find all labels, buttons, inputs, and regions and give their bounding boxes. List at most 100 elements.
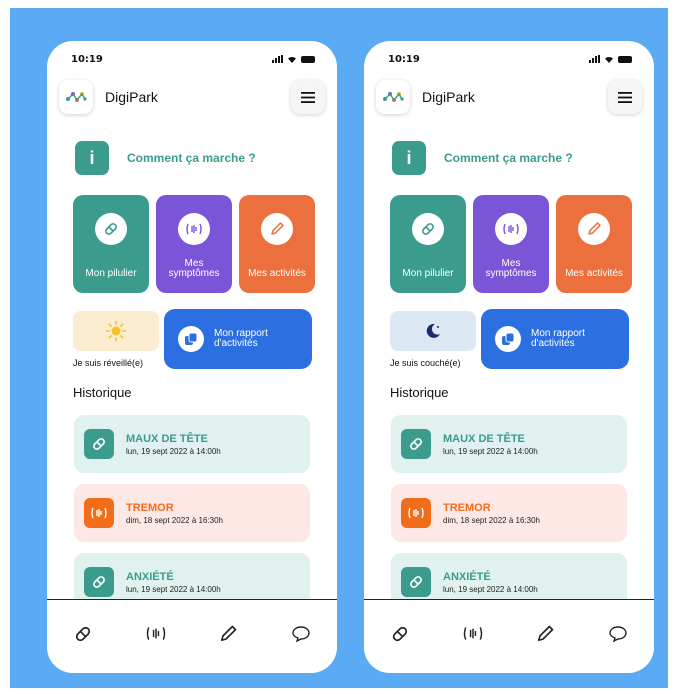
signal-icon bbox=[589, 55, 600, 63]
entry-title: ANXIÉTÉ bbox=[443, 570, 491, 583]
history-title: Historique bbox=[390, 385, 449, 400]
info-icon: i bbox=[392, 141, 426, 175]
pill-icon bbox=[93, 438, 105, 450]
bottom-navigation bbox=[47, 599, 337, 673]
tile-label: symptômes bbox=[168, 268, 220, 279]
tile-label: Mon pilulier bbox=[85, 268, 137, 279]
pencil-icon bbox=[538, 625, 554, 641]
awake-status-toggle[interactable] bbox=[73, 311, 159, 351]
status-time: 10:19 bbox=[71, 53, 103, 65]
pill-icon bbox=[410, 438, 422, 450]
tile-pill-box[interactable]: Mon pilulier bbox=[390, 195, 466, 293]
entry-title: TREMOR bbox=[126, 501, 174, 514]
app-header: DigiPark bbox=[59, 79, 325, 115]
report-label: d'activités bbox=[531, 338, 575, 349]
history-entry[interactable]: TREMOR dim, 18 sept 2022 à 16:30h bbox=[74, 484, 310, 542]
nav-messages[interactable] bbox=[286, 619, 316, 649]
entry-title: ANXIÉTÉ bbox=[126, 570, 174, 583]
tremor-icon bbox=[503, 223, 519, 235]
pencil-icon bbox=[221, 625, 237, 641]
moon-icon bbox=[426, 323, 440, 338]
history-entry[interactable]: MAUX DE TÊTE lun, 19 sept 2022 à 14:00h bbox=[74, 415, 310, 473]
report-icon bbox=[502, 332, 515, 345]
app-name: DigiPark bbox=[105, 89, 158, 105]
nav-symptoms[interactable] bbox=[458, 619, 488, 649]
tile-label: symptômes bbox=[485, 268, 537, 279]
digipark-logo[interactable] bbox=[59, 80, 93, 114]
digipark-logo-icon bbox=[383, 92, 404, 102]
entry-date: lun, 19 sept 2022 à 14:00h bbox=[443, 584, 538, 594]
feature-tiles: Mon pilulier Mes symptômes Mes activités bbox=[390, 195, 632, 293]
day-status-label: Je suis réveillé(e) bbox=[73, 358, 144, 368]
wifi-icon bbox=[605, 56, 613, 63]
pill-icon bbox=[422, 223, 434, 235]
tile-label: Mes activités bbox=[248, 268, 306, 279]
signal-icon bbox=[272, 55, 283, 63]
asleep-status-toggle[interactable] bbox=[390, 311, 476, 351]
entry-date: lun, 19 sept 2022 à 14:00h bbox=[443, 446, 538, 456]
entry-date: lun, 19 sept 2022 à 14:00h bbox=[126, 446, 221, 456]
phone-screen-asleep: 10:19 DigiPark i Comment ça marche ? Mon… bbox=[364, 41, 654, 673]
entry-title: MAUX DE TÊTE bbox=[126, 432, 208, 445]
history-entry[interactable]: TREMOR dim, 18 sept 2022 à 16:30h bbox=[391, 484, 627, 542]
pencil-icon bbox=[271, 222, 284, 235]
nav-messages[interactable] bbox=[603, 619, 633, 649]
how-it-works-link[interactable]: i Comment ça marche ? bbox=[75, 141, 256, 175]
activity-report-button[interactable]: Mon rapport d'activités bbox=[481, 309, 629, 369]
hamburger-menu-icon bbox=[301, 91, 315, 103]
app-name: DigiPark bbox=[422, 89, 475, 105]
how-it-works-link[interactable]: i Comment ça marche ? bbox=[392, 141, 573, 175]
nav-pill-box[interactable] bbox=[68, 619, 98, 649]
pencil-icon bbox=[588, 222, 601, 235]
nav-symptoms[interactable] bbox=[141, 619, 171, 649]
digipark-logo[interactable] bbox=[376, 80, 410, 114]
history-title: Historique bbox=[73, 385, 132, 400]
tile-symptoms[interactable]: Mes symptômes bbox=[473, 195, 549, 293]
status-bar: 10:19 bbox=[388, 51, 632, 67]
entry-date: dim, 18 sept 2022 à 16:30h bbox=[443, 515, 540, 525]
menu-button[interactable] bbox=[291, 80, 325, 114]
report-label: d'activités bbox=[214, 338, 258, 349]
pill-icon bbox=[410, 576, 422, 588]
tile-activities[interactable]: Mes activités bbox=[239, 195, 315, 293]
tremor-icon bbox=[91, 507, 107, 519]
tremor-icon bbox=[146, 627, 165, 640]
tile-symptoms[interactable]: Mes symptômes bbox=[156, 195, 232, 293]
tile-pill-box[interactable]: Mon pilulier bbox=[73, 195, 149, 293]
nav-activities[interactable] bbox=[530, 619, 560, 649]
entry-date: dim, 18 sept 2022 à 16:30h bbox=[126, 515, 223, 525]
mockup-background: 10:19 DigiPark i Comment ça marche ? Mon… bbox=[10, 8, 668, 688]
pill-icon bbox=[93, 576, 105, 588]
nav-pill-box[interactable] bbox=[385, 619, 415, 649]
chat-bubble-icon bbox=[609, 625, 627, 642]
history-entry[interactable]: MAUX DE TÊTE lun, 19 sept 2022 à 14:00h bbox=[391, 415, 627, 473]
chat-bubble-icon bbox=[292, 625, 310, 642]
entry-title: MAUX DE TÊTE bbox=[443, 432, 525, 445]
how-it-works-label: Comment ça marche ? bbox=[127, 151, 256, 165]
nav-activities[interactable] bbox=[213, 619, 243, 649]
entry-date: lun, 19 sept 2022 à 14:00h bbox=[126, 584, 221, 594]
status-bar: 10:19 bbox=[71, 51, 315, 67]
wifi-icon bbox=[288, 56, 296, 63]
pill-icon bbox=[105, 223, 117, 235]
tremor-icon bbox=[408, 507, 424, 519]
history-list: MAUX DE TÊTE lun, 19 sept 2022 à 14:00h … bbox=[391, 415, 627, 622]
bottom-navigation bbox=[364, 599, 654, 673]
tile-label: Mes activités bbox=[565, 268, 623, 279]
tile-activities[interactable]: Mes activités bbox=[556, 195, 632, 293]
tremor-icon bbox=[463, 627, 482, 640]
activity-report-button[interactable]: Mon rapport d'activités bbox=[164, 309, 312, 369]
app-header: DigiPark bbox=[376, 79, 642, 115]
digipark-logo-icon bbox=[66, 92, 87, 102]
entry-title: TREMOR bbox=[443, 501, 491, 514]
menu-button[interactable] bbox=[608, 80, 642, 114]
tile-label: Mon pilulier bbox=[402, 268, 454, 279]
battery-icon bbox=[301, 55, 315, 63]
day-status-label: Je suis couché(e) bbox=[390, 358, 461, 368]
report-icon bbox=[185, 332, 198, 345]
pill-icon bbox=[76, 626, 91, 641]
sun-icon bbox=[105, 320, 127, 342]
history-list: MAUX DE TÊTE lun, 19 sept 2022 à 14:00h … bbox=[74, 415, 310, 622]
status-time: 10:19 bbox=[388, 53, 420, 65]
hamburger-menu-icon bbox=[618, 91, 632, 103]
